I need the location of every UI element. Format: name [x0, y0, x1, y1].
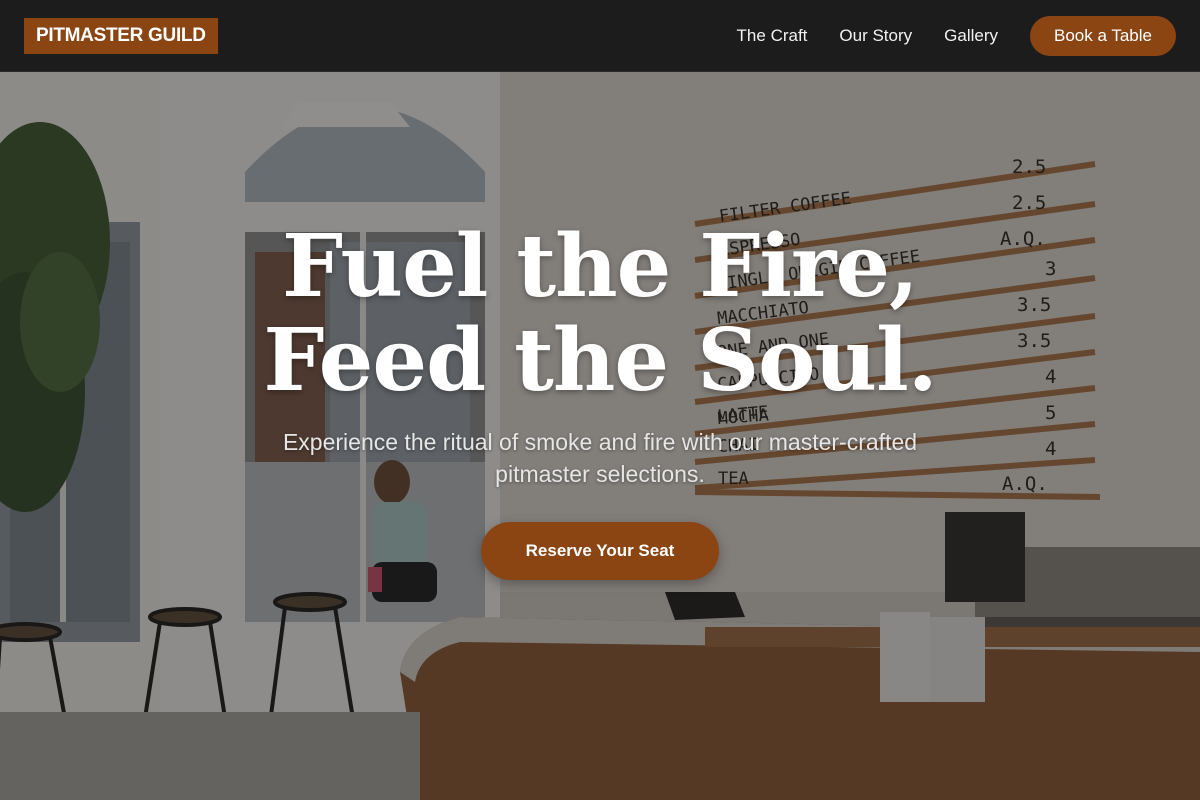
hero-headline-line-1: Fuel the Fire, — [282, 216, 919, 317]
book-table-button[interactable]: Book a Table — [1030, 15, 1176, 56]
hero-headline: Fuel the Fire, Feed the Soul. — [0, 220, 1200, 408]
page: PITMASTER GUILD The Craft Our Story Gall… — [0, 0, 1200, 800]
reserve-seat-button[interactable]: Reserve Your Seat — [481, 522, 719, 580]
nav-link-gallery[interactable]: Gallery — [944, 26, 998, 46]
hero-subtext: Experience the ritual of smoke and fire … — [282, 429, 918, 487]
hero-section: FILTER COFFEE ESPRESSO SINGLE ORIGIN COF… — [0, 72, 1200, 800]
nav-link-the-craft[interactable]: The Craft — [737, 26, 808, 46]
nav-links: The Craft Our Story Gallery Book a Table — [737, 15, 1176, 56]
brand-logo[interactable]: PITMASTER GUILD — [24, 17, 218, 54]
top-navigation: PITMASTER GUILD The Craft Our Story Gall… — [0, 0, 1200, 72]
hero-headline-line-2: Feed the Soul. — [263, 310, 937, 411]
nav-link-our-story[interactable]: Our Story — [839, 26, 912, 46]
hero-content: Fuel the Fire, Feed the Soul. Experience… — [0, 72, 1200, 800]
